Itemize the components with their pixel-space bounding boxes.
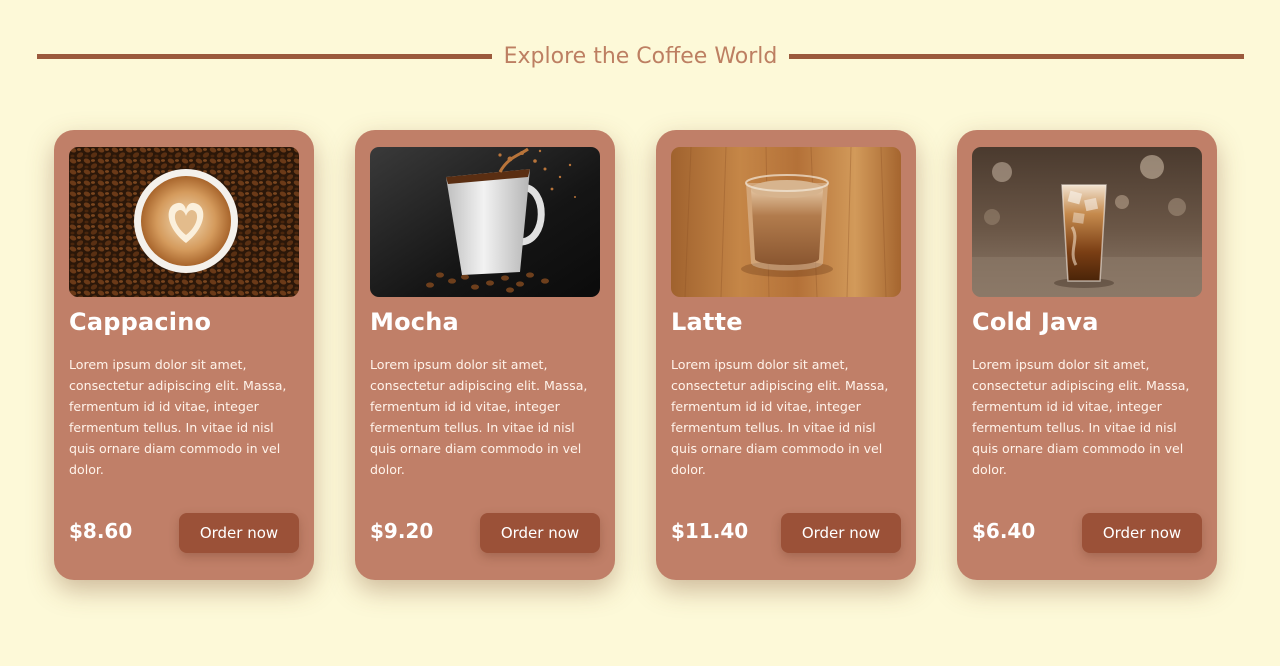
order-now-button[interactable]: Order now: [480, 513, 600, 553]
coffee-name: Mocha: [370, 308, 459, 336]
section-title: Explore the Coffee World: [503, 43, 778, 69]
coffee-image-latte: [671, 147, 901, 297]
coffee-card-latte: Latte Lorem ipsum dolor sit amet, consec…: [656, 130, 916, 580]
order-now-button[interactable]: Order now: [781, 513, 901, 553]
coffee-description: Lorem ipsum dolor sit amet, consectetur …: [370, 357, 588, 477]
order-now-button[interactable]: Order now: [179, 513, 299, 553]
coffee-card-mocha: Mocha Lorem ipsum dolor sit amet, consec…: [355, 130, 615, 580]
coffee-name: Cappacino: [69, 308, 212, 336]
coffee-card-cold-java: Cold Java Lorem ipsum dolor sit amet, co…: [957, 130, 1217, 580]
section-header: Explore the Coffee World: [37, 36, 1245, 76]
order-now-button[interactable]: Order now: [1082, 513, 1202, 553]
header-line-right: [789, 53, 1245, 59]
coffee-description: Lorem ipsum dolor sit amet, consectetur …: [671, 357, 889, 477]
coffee-image-cold-java: [972, 147, 1202, 297]
coffee-image-cappacino: [69, 147, 299, 297]
coffee-price: $11.40: [671, 519, 749, 543]
coffee-card-list: Cappacino Lorem ipsum dolor sit amet, co…: [54, 130, 1217, 580]
coffee-name: Latte: [671, 308, 743, 336]
coffee-card-cappacino: Cappacino Lorem ipsum dolor sit amet, co…: [54, 130, 314, 580]
coffee-price: $8.60: [69, 519, 133, 543]
coffee-price: $9.20: [370, 519, 434, 543]
coffee-description: Lorem ipsum dolor sit amet, consectetur …: [69, 357, 287, 477]
header-line-left: [37, 53, 492, 59]
coffee-image-mocha: [370, 147, 600, 297]
coffee-price: $6.40: [972, 519, 1036, 543]
coffee-description: Lorem ipsum dolor sit amet, consectetur …: [972, 357, 1190, 477]
coffee-name: Cold Java: [972, 308, 1099, 336]
